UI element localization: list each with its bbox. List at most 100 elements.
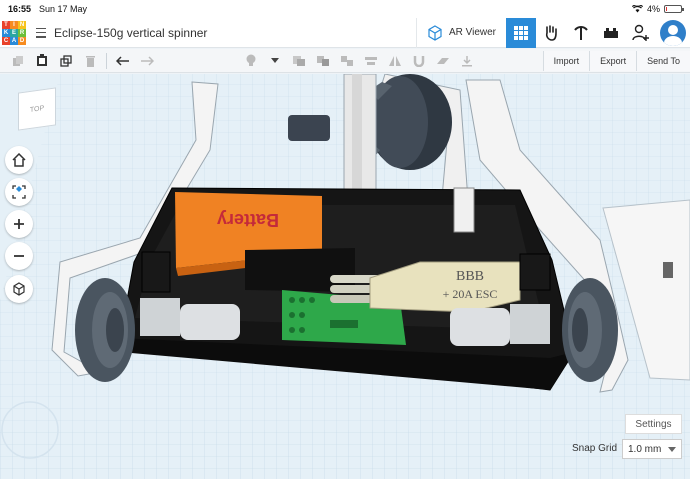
battery-percent: 4%: [646, 4, 660, 14]
snap-grid-label: Snap Grid: [572, 443, 618, 454]
send-to-button[interactable]: Send To: [636, 50, 690, 71]
projection-button[interactable]: [5, 275, 33, 303]
motor-shaft: [288, 115, 330, 141]
drop-button[interactable]: [455, 51, 479, 71]
drop-icon: [462, 55, 472, 66]
duplicate-icon: [60, 54, 72, 67]
toolbar-actions: Import Export Send To: [542, 50, 690, 71]
tinkercad-logo[interactable]: TINKERCAD: [2, 20, 26, 45]
magnet-icon: [413, 55, 425, 67]
logo-letter: N: [18, 20, 26, 29]
logo-letter: E: [10, 28, 18, 37]
logo-letter: D: [18, 36, 26, 45]
design-title[interactable]: Eclipse-150g vertical spinner: [54, 26, 207, 40]
trash-icon: [85, 55, 95, 67]
notes-dropdown[interactable]: [263, 51, 287, 71]
ar-viewer-label: AR Viewer: [448, 27, 496, 38]
duplicate-button[interactable]: [54, 51, 78, 71]
copy-icon: [13, 55, 23, 66]
ar-cube-icon: [428, 24, 442, 41]
workplane-canvas[interactable]: Battery BBB + 20A ESC TOP: [0, 74, 690, 479]
logo-letter: R: [18, 28, 26, 37]
caret-down-icon: [271, 58, 279, 63]
snap-grid-select[interactable]: 1.0 mm: [622, 439, 682, 459]
export-button[interactable]: Export: [589, 50, 637, 71]
view-cube[interactable]: TOP: [18, 87, 56, 131]
ungroup-button[interactable]: [335, 51, 359, 71]
scene-svg: Battery BBB + 20A ESC: [0, 74, 690, 479]
cruise-button[interactable]: [407, 51, 431, 71]
design-menu-icon[interactable]: [36, 27, 46, 38]
workplane-grid-near: [0, 430, 690, 479]
esc-label-line1: BBB: [456, 269, 484, 284]
fit-view-button[interactable]: [5, 178, 33, 206]
redo-icon: [141, 55, 154, 66]
align-icon: [365, 56, 377, 65]
toolbar-divider: [106, 52, 107, 69]
fit-icon: [12, 185, 26, 199]
home-icon: [12, 153, 26, 167]
minus-icon: [14, 255, 24, 257]
plus-icon: [14, 219, 24, 229]
brick-icon: [604, 27, 618, 38]
status-date: Sun 17 May: [39, 4, 88, 14]
home-view-button[interactable]: [5, 146, 33, 174]
workplane-icon: [437, 57, 449, 64]
group-button[interactable]: [311, 51, 335, 71]
zoom-in-button[interactable]: [5, 210, 33, 238]
settings-button[interactable]: Settings: [625, 414, 682, 434]
user-avatar[interactable]: [660, 19, 686, 46]
caret-down-icon: [668, 446, 676, 452]
copy-button[interactable]: [6, 51, 30, 71]
group-icon: [317, 55, 329, 66]
bricks-view-button[interactable]: [566, 18, 596, 48]
ungroup-icon: [341, 55, 353, 66]
show-all-button[interactable]: [287, 51, 311, 71]
add-user-icon: [632, 24, 649, 41]
blocks-view-button[interactable]: [536, 18, 566, 48]
ios-status-bar: 16:55 Sun 17 May 4%: [0, 0, 690, 18]
wifi-icon: [631, 5, 643, 13]
logo-letter: I: [10, 20, 18, 29]
grid-icon: [514, 25, 528, 40]
status-right: 4%: [631, 4, 684, 14]
logo-letter: K: [2, 28, 10, 37]
left-wheel: [75, 278, 135, 382]
battery-label: Battery: [217, 210, 279, 230]
tinkercad-app: 16:55 Sun 17 May 4% TINKERCAD Eclipse-15…: [0, 0, 690, 479]
3d-design-view-button[interactable]: [506, 17, 536, 48]
logo-letter: A: [10, 36, 18, 45]
add-user-button[interactable]: [626, 18, 656, 48]
right-wheel: [562, 278, 618, 382]
mirror-icon: [389, 55, 401, 66]
workplane-button[interactable]: [431, 51, 455, 71]
delete-button[interactable]: [78, 51, 102, 71]
notes-button[interactable]: [239, 51, 263, 71]
esc-label-line2: + 20A ESC: [443, 287, 498, 301]
paste-icon: [37, 54, 47, 66]
left-drive-motor: [140, 298, 240, 340]
undo-button[interactable]: [111, 51, 135, 71]
lego-view-button[interactable]: [596, 18, 626, 48]
snap-grid-value: 1.0 mm: [628, 443, 662, 455]
paste-button[interactable]: [30, 51, 54, 71]
header-right: AR Viewer: [415, 17, 690, 48]
logo-letter: T: [2, 20, 10, 29]
cube-icon: [13, 282, 25, 296]
mirror-button[interactable]: [383, 51, 407, 71]
app-header: TINKERCAD Eclipse-150g vertical spinner …: [0, 17, 690, 48]
right-drive-motor: [450, 304, 550, 346]
zoom-wheel-hint: [1, 401, 59, 459]
edit-toolbar: Import Export Send To: [0, 49, 690, 73]
zoom-out-button[interactable]: [5, 242, 33, 270]
hand-icon: [545, 24, 557, 41]
align-button[interactable]: [359, 51, 383, 71]
import-button[interactable]: Import: [542, 50, 590, 71]
redo-button[interactable]: [135, 51, 159, 71]
lightbulb-icon: [246, 54, 256, 66]
ar-viewer-button[interactable]: AR Viewer: [415, 17, 506, 48]
standoff-right: [519, 253, 551, 291]
slot-hole: [663, 262, 673, 278]
battery-icon: [664, 5, 684, 13]
bracket-part: [453, 187, 475, 233]
